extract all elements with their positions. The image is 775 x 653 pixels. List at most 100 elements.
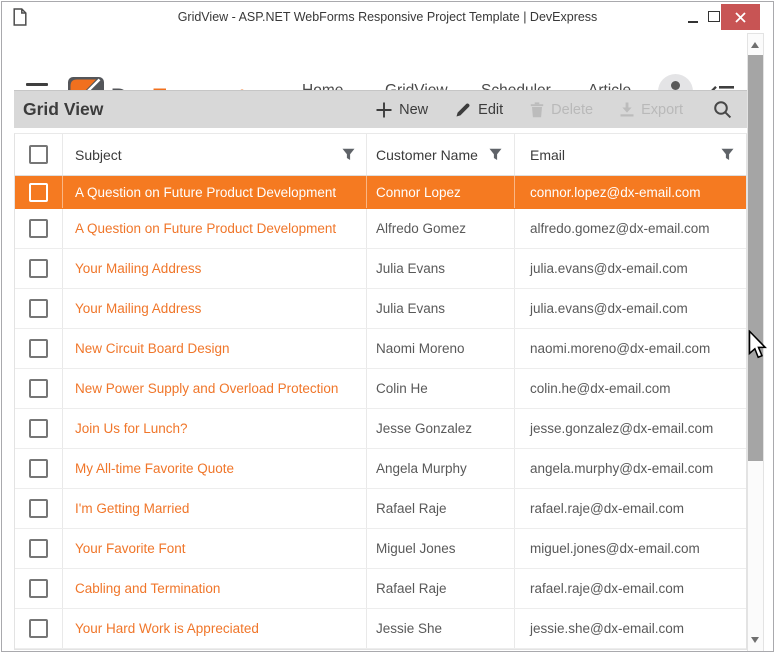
new-button[interactable]: New bbox=[376, 102, 428, 118]
customer-name-cell: Colin He bbox=[367, 369, 515, 408]
row-checkbox[interactable] bbox=[29, 379, 48, 398]
email-cell: connor.lopez@dx-email.com bbox=[515, 176, 746, 208]
table-row[interactable]: New Power Supply and Overload Protection… bbox=[15, 369, 746, 409]
search-button[interactable] bbox=[713, 100, 732, 119]
select-all-cell bbox=[15, 134, 63, 175]
email-cell: naomi.moreno@dx-email.com bbox=[515, 329, 746, 368]
column-header-customer-name[interactable]: Customer Name bbox=[367, 134, 515, 175]
subject-link[interactable]: Your Hard Work is Appreciated bbox=[75, 621, 259, 636]
toolbar-buttons: New Edit Delete Export bbox=[376, 100, 747, 119]
edit-button[interactable]: Edit bbox=[455, 102, 503, 118]
grid-view-table: Subject Customer Name Email bbox=[14, 133, 747, 650]
pencil-icon bbox=[455, 102, 471, 118]
row-select-cell bbox=[15, 529, 63, 568]
email-cell: rafael.raje@dx-email.com bbox=[515, 569, 746, 608]
table-row[interactable]: Cabling and Termination Rafael Raje rafa… bbox=[15, 569, 746, 609]
customer-name-cell: Alfredo Gomez bbox=[367, 209, 515, 248]
delete-button[interactable]: Delete bbox=[530, 102, 593, 118]
table-row[interactable]: Your Favorite Font Miguel Jones miguel.j… bbox=[15, 529, 746, 569]
scroll-down-arrow-icon[interactable] bbox=[751, 637, 759, 643]
row-select-cell bbox=[15, 609, 63, 648]
customer-name-cell: Angela Murphy bbox=[367, 449, 515, 488]
customer-name-cell: Julia Evans bbox=[367, 249, 515, 288]
customer-name-cell: Rafael Raje bbox=[367, 489, 515, 528]
page-title: Grid View bbox=[23, 99, 103, 120]
filter-funnel-icon[interactable] bbox=[721, 148, 734, 161]
table-row[interactable]: Your Mailing Address Julia Evans julia.e… bbox=[15, 249, 746, 289]
table-row[interactable]: I'm Getting Married Rafael Raje rafael.r… bbox=[15, 489, 746, 529]
customer-name-cell: Connor Lopez bbox=[367, 176, 515, 208]
email-cell: jesse.gonzalez@dx-email.com bbox=[515, 409, 746, 448]
filter-funnel-icon[interactable] bbox=[489, 148, 502, 161]
customer-name-cell: Jesse Gonzalez bbox=[367, 409, 515, 448]
column-header-subject[interactable]: Subject bbox=[63, 134, 367, 175]
filter-funnel-icon[interactable] bbox=[342, 148, 355, 161]
row-select-cell bbox=[15, 449, 63, 488]
column-header-email[interactable]: Email bbox=[515, 134, 746, 175]
table-row[interactable]: A Question on Future Product Development… bbox=[15, 209, 746, 249]
subject-link[interactable]: Your Mailing Address bbox=[75, 301, 201, 316]
subject-link[interactable]: A Question on Future Product Development bbox=[75, 221, 336, 236]
email-cell: rafael.raje@dx-email.com bbox=[515, 489, 746, 528]
table-row[interactable]: A Question on Future Product Development… bbox=[15, 176, 746, 209]
nav-bar: DevExpress® Home GridView Scheduler Arti… bbox=[2, 32, 773, 90]
select-all-checkbox[interactable] bbox=[29, 145, 48, 164]
email-cell: jessie.she@dx-email.com bbox=[515, 609, 746, 648]
email-cell: colin.he@dx-email.com bbox=[515, 369, 746, 408]
email-cell: julia.evans@dx-email.com bbox=[515, 249, 746, 288]
row-select-cell bbox=[15, 176, 63, 208]
table-row[interactable]: Join Us for Lunch? Jesse Gonzalez jesse.… bbox=[15, 409, 746, 449]
table-header-row: Subject Customer Name Email bbox=[15, 134, 746, 176]
close-icon bbox=[735, 12, 746, 23]
customer-name-cell: Miguel Jones bbox=[367, 529, 515, 568]
export-button[interactable]: Export bbox=[620, 102, 683, 118]
row-select-cell bbox=[15, 329, 63, 368]
table-row[interactable]: Your Hard Work is Appreciated Jessie She… bbox=[15, 609, 746, 649]
row-checkbox[interactable] bbox=[29, 339, 48, 358]
trash-icon bbox=[530, 102, 544, 118]
subject-link[interactable]: Your Favorite Font bbox=[75, 541, 186, 556]
row-checkbox[interactable] bbox=[29, 499, 48, 518]
close-button[interactable] bbox=[721, 4, 760, 30]
customer-name-cell: Jessie She bbox=[367, 609, 515, 648]
subject-link[interactable]: A Question on Future Product Development bbox=[75, 185, 336, 200]
row-checkbox[interactable] bbox=[29, 619, 48, 638]
row-checkbox[interactable] bbox=[29, 419, 48, 438]
row-select-cell bbox=[15, 569, 63, 608]
row-select-cell bbox=[15, 249, 63, 288]
subject-link[interactable]: Join Us for Lunch? bbox=[75, 421, 188, 436]
subject-link[interactable]: Cabling and Termination bbox=[75, 581, 220, 596]
row-select-cell bbox=[15, 289, 63, 328]
customer-name-cell: Naomi Moreno bbox=[367, 329, 515, 368]
table-row[interactable]: Your Mailing Address Julia Evans julia.e… bbox=[15, 289, 746, 329]
vertical-scrollbar[interactable] bbox=[747, 33, 764, 652]
row-checkbox[interactable] bbox=[29, 459, 48, 478]
table-row[interactable]: New Circuit Board Design Naomi Moreno na… bbox=[15, 329, 746, 369]
subject-link[interactable]: New Circuit Board Design bbox=[75, 341, 230, 356]
minimize-button[interactable] bbox=[683, 2, 703, 31]
maximize-icon bbox=[708, 11, 720, 22]
title-bar: GridView - ASP.NET WebForms Responsive P… bbox=[2, 2, 773, 33]
scroll-up-arrow-icon[interactable] bbox=[751, 42, 759, 48]
row-checkbox[interactable] bbox=[29, 299, 48, 318]
email-cell: julia.evans@dx-email.com bbox=[515, 289, 746, 328]
row-checkbox[interactable] bbox=[29, 183, 48, 202]
email-cell: angela.murphy@dx-email.com bbox=[515, 449, 746, 488]
row-checkbox[interactable] bbox=[29, 539, 48, 558]
email-cell: miguel.jones@dx-email.com bbox=[515, 529, 746, 568]
subject-link[interactable]: New Power Supply and Overload Protection bbox=[75, 381, 338, 396]
grid-body: A Question on Future Product Development… bbox=[15, 176, 746, 649]
email-cell: alfredo.gomez@dx-email.com bbox=[515, 209, 746, 248]
subject-link[interactable]: I'm Getting Married bbox=[75, 501, 189, 516]
subject-link[interactable]: Your Mailing Address bbox=[75, 261, 201, 276]
scrollbar-thumb[interactable] bbox=[748, 55, 763, 461]
customer-name-cell: Julia Evans bbox=[367, 289, 515, 328]
grid-toolbar: Grid View New Edit Delete Export bbox=[14, 90, 747, 128]
table-row[interactable]: My All-time Favorite Quote Angela Murphy… bbox=[15, 449, 746, 489]
subject-link[interactable]: My All-time Favorite Quote bbox=[75, 461, 234, 476]
row-checkbox[interactable] bbox=[29, 579, 48, 598]
row-checkbox[interactable] bbox=[29, 219, 48, 238]
row-select-cell bbox=[15, 209, 63, 248]
window-title: GridView - ASP.NET WebForms Responsive P… bbox=[2, 2, 773, 32]
row-checkbox[interactable] bbox=[29, 259, 48, 278]
